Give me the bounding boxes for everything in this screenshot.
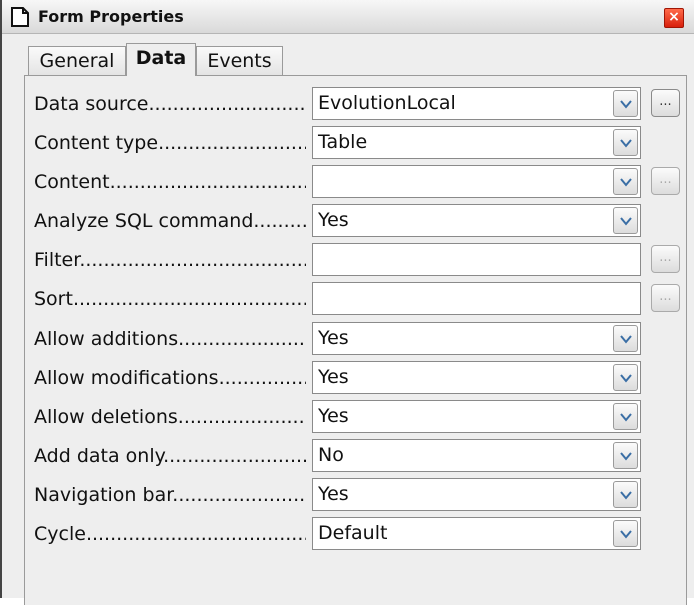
content-type-select[interactable]: Table (312, 126, 641, 159)
allow-deletions-label: Allow deletions.........................… (34, 403, 306, 431)
add-data-only-value: No (318, 444, 344, 466)
navigation-bar-value: Yes (318, 483, 349, 505)
cycle-select[interactable]: Default (312, 517, 641, 550)
navigation-bar-dropdown-button[interactable] (613, 481, 638, 508)
window-title: Form Properties (38, 7, 184, 26)
tab-data[interactable]: Data (126, 43, 196, 76)
dot-leader: ........................................… (109, 171, 306, 193)
chevron-down-icon (620, 178, 632, 187)
content-type-label: Content type............................… (34, 129, 306, 157)
allow-deletions-label-text: Allow deletions (34, 406, 178, 428)
dot-leader: ........................................… (218, 367, 306, 389)
content-select[interactable] (312, 165, 641, 198)
data-source-label: Data source.............................… (34, 90, 306, 118)
dot-leader: ........................................… (253, 210, 306, 232)
cycle-label-text: Cycle (34, 523, 86, 545)
analyze-sql-command-dropdown-button[interactable] (613, 207, 638, 234)
form-properties-dialog: Form Properties × General Data Events Da… (0, 0, 694, 605)
allow-additions-label-text: Allow additions (34, 328, 179, 350)
content-label: Content.................................… (34, 168, 306, 196)
ellipsis-icon: ... (659, 172, 672, 187)
allow-deletions-select[interactable]: Yes (312, 400, 641, 433)
analyze-sql-command-value: Yes (318, 209, 349, 231)
allow-deletions-value: Yes (318, 405, 349, 427)
title-bar[interactable]: Form Properties × (2, 0, 694, 34)
close-button[interactable]: × (664, 8, 684, 28)
allow-additions-label: Allow additions.........................… (34, 325, 306, 353)
chevron-down-icon (620, 217, 632, 226)
allow-deletions-dropdown-button[interactable] (613, 403, 638, 430)
tab-events[interactable]: Events (196, 46, 283, 75)
dot-leader: ........................................… (177, 406, 306, 428)
ellipsis-icon: ... (659, 250, 672, 265)
filter-label-text: Filter (34, 249, 80, 271)
data-source-select[interactable]: EvolutionLocal (312, 87, 641, 120)
analyze-sql-command-label: Analyze SQL command.....................… (34, 207, 306, 235)
dot-leader: ........................................… (158, 132, 306, 154)
allow-modifications-value: Yes (318, 366, 349, 388)
chevron-down-icon (620, 374, 632, 383)
data-source-browse-button[interactable]: ... (651, 89, 680, 117)
add-data-only-label: Add data only...........................… (34, 442, 306, 470)
close-icon: × (668, 9, 680, 25)
data-source-label-text: Data source (34, 93, 149, 115)
sort-label-text: Sort (34, 288, 73, 310)
allow-additions-select[interactable]: Yes (312, 322, 641, 355)
sort-browse-button[interactable]: ... (651, 284, 680, 312)
cycle-label: Cycle...................................… (34, 520, 306, 548)
dot-leader: ........................................… (163, 445, 306, 467)
chevron-down-icon (620, 139, 632, 148)
dot-leader: ........................................… (79, 249, 306, 271)
dot-leader: ........................................… (72, 288, 306, 310)
ellipsis-icon: ... (659, 94, 672, 109)
document-icon (11, 7, 29, 27)
navigation-bar-label: Navigation bar..........................… (34, 481, 306, 509)
add-data-only-dropdown-button[interactable] (613, 442, 638, 469)
allow-modifications-select[interactable]: Yes (312, 361, 641, 394)
dot-leader: ........................................… (172, 484, 306, 506)
data-source-value: EvolutionLocal (318, 92, 456, 114)
allow-modifications-label: Allow modifications.....................… (34, 364, 306, 392)
content-type-label-text: Content type (34, 132, 159, 154)
ellipsis-icon: ... (659, 289, 672, 304)
chevron-down-icon (620, 413, 632, 422)
content-label-text: Content (34, 171, 110, 193)
content-type-dropdown-button[interactable] (613, 129, 638, 156)
cycle-value: Default (318, 522, 388, 544)
dot-leader: ........................................… (85, 523, 306, 545)
sort-label: Sort....................................… (34, 285, 306, 313)
data-source-dropdown-button[interactable] (613, 90, 638, 117)
tab-general[interactable]: General (28, 46, 126, 75)
analyze-sql-command-label-text: Analyze SQL command (34, 210, 254, 232)
content-dropdown-button[interactable] (613, 168, 638, 195)
filter-label: Filter..................................… (34, 246, 306, 274)
allow-additions-dropdown-button[interactable] (613, 325, 638, 352)
cycle-dropdown-button[interactable] (613, 520, 638, 547)
chevron-down-icon (620, 100, 632, 109)
allow-modifications-dropdown-button[interactable] (613, 364, 638, 391)
chevron-down-icon (620, 491, 632, 500)
content-browse-button[interactable]: ... (651, 167, 680, 195)
filter-input[interactable] (312, 243, 641, 276)
analyze-sql-command-select[interactable]: Yes (312, 204, 641, 237)
sort-input[interactable] (312, 282, 641, 315)
allow-additions-value: Yes (318, 327, 349, 349)
chevron-down-icon (620, 452, 632, 461)
navigation-bar-select[interactable]: Yes (312, 478, 641, 511)
content-type-value: Table (318, 131, 368, 153)
add-data-only-select[interactable]: No (312, 439, 641, 472)
dot-leader: ........................................… (148, 93, 306, 115)
navigation-bar-label-text: Navigation bar (34, 484, 173, 506)
allow-modifications-label-text: Allow modifications (34, 367, 219, 389)
chevron-down-icon (620, 335, 632, 344)
dot-leader: ........................................… (178, 328, 306, 350)
add-data-only-label-text: Add data only (34, 445, 164, 467)
filter-browse-button[interactable]: ... (651, 245, 680, 273)
chevron-down-icon (620, 530, 632, 539)
